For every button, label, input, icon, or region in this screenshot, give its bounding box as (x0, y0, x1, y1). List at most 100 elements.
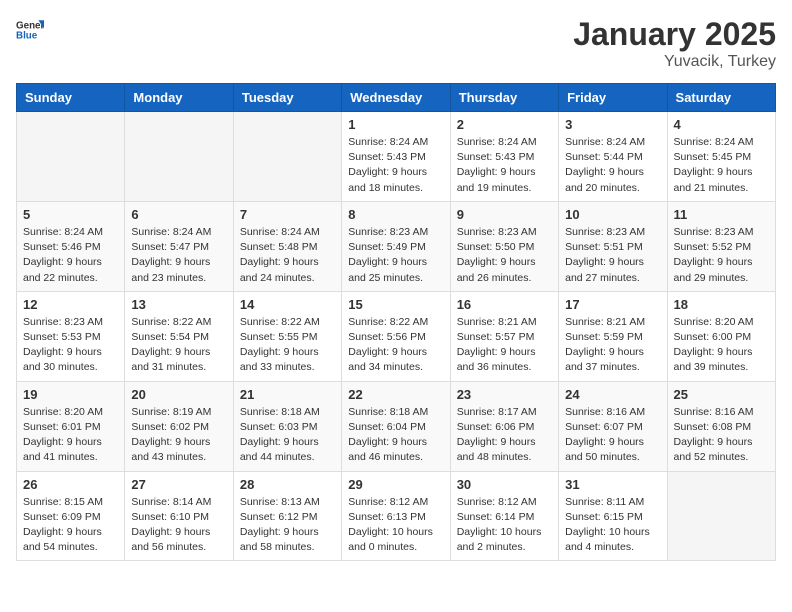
calendar-week-row: 12 Sunrise: 8:23 AM Sunset: 5:53 PM Dayli… (17, 291, 776, 381)
day-info: Sunrise: 8:15 AM Sunset: 6:09 PM Dayligh… (23, 495, 118, 556)
location-title: Yuvacik, Turkey (573, 53, 776, 71)
day-number: 7 (240, 207, 335, 222)
day-info: Sunrise: 8:17 AM Sunset: 6:06 PM Dayligh… (457, 405, 552, 466)
calendar-cell (667, 471, 775, 561)
calendar-week-row: 5 Sunrise: 8:24 AM Sunset: 5:46 PM Daylig… (17, 201, 776, 291)
day-info: Sunrise: 8:24 AM Sunset: 5:47 PM Dayligh… (131, 225, 226, 286)
day-number: 11 (674, 207, 769, 222)
day-number: 8 (348, 207, 443, 222)
day-info: Sunrise: 8:24 AM Sunset: 5:43 PM Dayligh… (348, 135, 443, 196)
calendar-cell: 28 Sunrise: 8:13 AM Sunset: 6:12 PM Dayli… (233, 471, 341, 561)
calendar-cell: 18 Sunrise: 8:20 AM Sunset: 6:00 PM Dayli… (667, 291, 775, 381)
calendar-table: SundayMondayTuesdayWednesdayThursdayFrid… (16, 83, 776, 561)
calendar-cell: 5 Sunrise: 8:24 AM Sunset: 5:46 PM Daylig… (17, 201, 125, 291)
day-info: Sunrise: 8:21 AM Sunset: 5:57 PM Dayligh… (457, 315, 552, 376)
day-number: 16 (457, 297, 552, 312)
day-info: Sunrise: 8:18 AM Sunset: 6:03 PM Dayligh… (240, 405, 335, 466)
month-title: January 2025 (573, 16, 776, 53)
calendar-cell: 8 Sunrise: 8:23 AM Sunset: 5:49 PM Daylig… (342, 201, 450, 291)
day-info: Sunrise: 8:13 AM Sunset: 6:12 PM Dayligh… (240, 495, 335, 556)
day-info: Sunrise: 8:11 AM Sunset: 6:15 PM Dayligh… (565, 495, 660, 556)
day-number: 25 (674, 387, 769, 402)
day-info: Sunrise: 8:24 AM Sunset: 5:45 PM Dayligh… (674, 135, 769, 196)
calendar-cell: 10 Sunrise: 8:23 AM Sunset: 5:51 PM Dayli… (559, 201, 667, 291)
day-number: 12 (23, 297, 118, 312)
day-info: Sunrise: 8:24 AM Sunset: 5:46 PM Dayligh… (23, 225, 118, 286)
day-number: 2 (457, 117, 552, 132)
header: General Blue January 2025 Yuvacik, Turke… (16, 16, 776, 71)
weekday-header: Sunday (17, 84, 125, 112)
day-number: 26 (23, 477, 118, 492)
calendar-cell: 20Sunrise: 8:19 AM Sunset: 6:02 PM Dayli… (125, 381, 233, 471)
logo-icon: General Blue (16, 16, 44, 44)
day-number: 1 (348, 117, 443, 132)
day-number: 6 (131, 207, 226, 222)
day-number: 15 (348, 297, 443, 312)
day-info: Sunrise: 8:23 AM Sunset: 5:50 PM Dayligh… (457, 225, 552, 286)
weekday-header: Wednesday (342, 84, 450, 112)
day-info: Sunrise: 8:12 AM Sunset: 6:14 PM Dayligh… (457, 495, 552, 556)
day-info: Sunrise: 8:24 AM Sunset: 5:44 PM Dayligh… (565, 135, 660, 196)
day-number: 22 (348, 387, 443, 402)
calendar-cell: 2 Sunrise: 8:24 AM Sunset: 5:43 PM Daylig… (450, 112, 558, 202)
day-number: 24 (565, 387, 660, 402)
calendar-cell: 9 Sunrise: 8:23 AM Sunset: 5:50 PM Daylig… (450, 201, 558, 291)
calendar-cell: 19Sunrise: 8:20 AM Sunset: 6:01 PM Dayli… (17, 381, 125, 471)
day-number: 13 (131, 297, 226, 312)
day-info: Sunrise: 8:21 AM Sunset: 5:59 PM Dayligh… (565, 315, 660, 376)
day-info: Sunrise: 8:14 AM Sunset: 6:10 PM Dayligh… (131, 495, 226, 556)
day-number: 27 (131, 477, 226, 492)
calendar-week-row: 26 Sunrise: 8:15 AM Sunset: 6:09 PM Dayli… (17, 471, 776, 561)
day-info: Sunrise: 8:23 AM Sunset: 5:51 PM Dayligh… (565, 225, 660, 286)
calendar-cell: 11 Sunrise: 8:23 AM Sunset: 5:52 PM Dayli… (667, 201, 775, 291)
calendar-cell: 4 Sunrise: 8:24 AM Sunset: 5:45 PM Daylig… (667, 112, 775, 202)
day-number: 10 (565, 207, 660, 222)
calendar-cell: 15Sunrise: 8:22 AM Sunset: 5:56 PM Dayli… (342, 291, 450, 381)
day-number: 18 (674, 297, 769, 312)
day-info: Sunrise: 8:23 AM Sunset: 5:52 PM Dayligh… (674, 225, 769, 286)
day-info: Sunrise: 8:24 AM Sunset: 5:43 PM Dayligh… (457, 135, 552, 196)
day-info: Sunrise: 8:23 AM Sunset: 5:49 PM Dayligh… (348, 225, 443, 286)
calendar-cell: 31 Sunrise: 8:11 AM Sunset: 6:15 PM Dayli… (559, 471, 667, 561)
weekday-header: Monday (125, 84, 233, 112)
calendar-cell: 27 Sunrise: 8:14 AM Sunset: 6:10 PM Dayli… (125, 471, 233, 561)
day-info: Sunrise: 8:22 AM Sunset: 5:55 PM Dayligh… (240, 315, 335, 376)
calendar-cell (17, 112, 125, 202)
day-number: 31 (565, 477, 660, 492)
day-number: 30 (457, 477, 552, 492)
calendar-cell: 3 Sunrise: 8:24 AM Sunset: 5:44 PM Daylig… (559, 112, 667, 202)
calendar-cell: 25 Sunrise: 8:16 AM Sunset: 6:08 PM Dayli… (667, 381, 775, 471)
calendar-cell: 1 Sunrise: 8:24 AM Sunset: 5:43 PM Daylig… (342, 112, 450, 202)
calendar-cell: 6 Sunrise: 8:24 AM Sunset: 5:47 PM Daylig… (125, 201, 233, 291)
calendar-cell: 24 Sunrise: 8:16 AM Sunset: 6:07 PM Dayli… (559, 381, 667, 471)
calendar-week-row: 19Sunrise: 8:20 AM Sunset: 6:01 PM Dayli… (17, 381, 776, 471)
calendar-cell: 7 Sunrise: 8:24 AM Sunset: 5:48 PM Daylig… (233, 201, 341, 291)
day-info: Sunrise: 8:16 AM Sunset: 6:08 PM Dayligh… (674, 405, 769, 466)
day-info: Sunrise: 8:22 AM Sunset: 5:54 PM Dayligh… (131, 315, 226, 376)
day-number: 3 (565, 117, 660, 132)
day-info: Sunrise: 8:24 AM Sunset: 5:48 PM Dayligh… (240, 225, 335, 286)
day-info: Sunrise: 8:20 AM Sunset: 6:00 PM Dayligh… (674, 315, 769, 376)
day-number: 5 (23, 207, 118, 222)
day-info: Sunrise: 8:18 AM Sunset: 6:04 PM Dayligh… (348, 405, 443, 466)
day-number: 21 (240, 387, 335, 402)
day-number: 29 (348, 477, 443, 492)
svg-text:Blue: Blue (16, 30, 38, 41)
calendar-cell: 23 Sunrise: 8:17 AM Sunset: 6:06 PM Dayli… (450, 381, 558, 471)
calendar-cell: 16 Sunrise: 8:21 AM Sunset: 5:57 PM Dayli… (450, 291, 558, 381)
day-number: 23 (457, 387, 552, 402)
day-number: 28 (240, 477, 335, 492)
logo: General Blue (16, 16, 44, 44)
calendar-cell: 21 Sunrise: 8:18 AM Sunset: 6:03 PM Dayli… (233, 381, 341, 471)
day-info: Sunrise: 8:16 AM Sunset: 6:07 PM Dayligh… (565, 405, 660, 466)
calendar-cell: 17 Sunrise: 8:21 AM Sunset: 5:59 PM Dayli… (559, 291, 667, 381)
calendar-cell: 12 Sunrise: 8:23 AM Sunset: 5:53 PM Dayli… (17, 291, 125, 381)
day-number: 17 (565, 297, 660, 312)
day-number: 4 (674, 117, 769, 132)
calendar-week-row: 1 Sunrise: 8:24 AM Sunset: 5:43 PM Daylig… (17, 112, 776, 202)
day-info: Sunrise: 8:23 AM Sunset: 5:53 PM Dayligh… (23, 315, 118, 376)
calendar-cell: 30 Sunrise: 8:12 AM Sunset: 6:14 PM Dayli… (450, 471, 558, 561)
calendar-cell: 26 Sunrise: 8:15 AM Sunset: 6:09 PM Dayli… (17, 471, 125, 561)
day-number: 9 (457, 207, 552, 222)
weekday-header: Friday (559, 84, 667, 112)
